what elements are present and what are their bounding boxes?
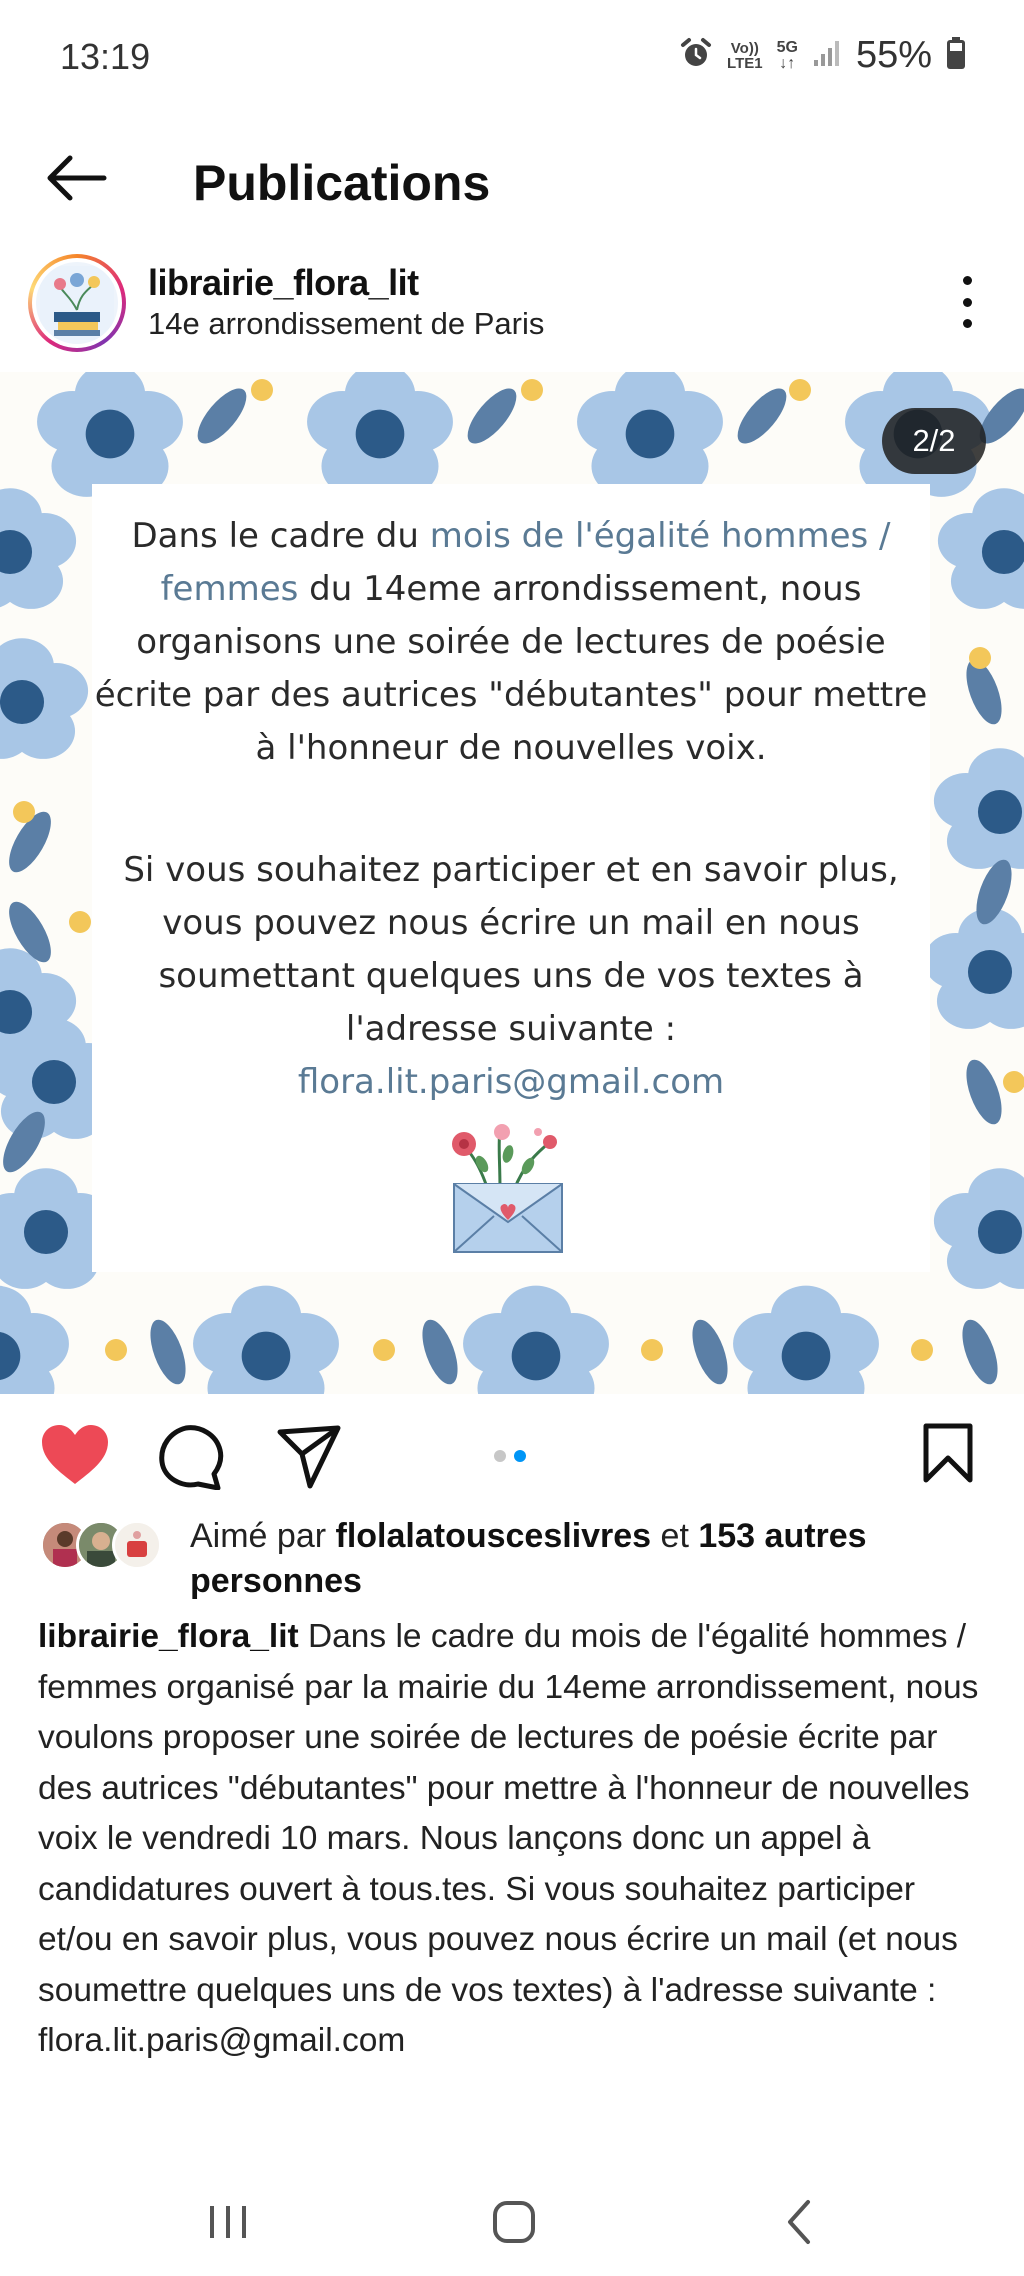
heart-filled-icon xyxy=(42,1425,108,1484)
more-dot xyxy=(962,319,972,328)
bookshop-logo-icon xyxy=(40,266,114,340)
pattern-leaf xyxy=(692,1319,728,1385)
liker-avatar xyxy=(112,1520,162,1570)
pattern-dot xyxy=(1003,1071,1024,1093)
carousel-dot-active xyxy=(514,1450,526,1462)
caption-username[interactable]: librairie_flora_lit xyxy=(38,1618,299,1655)
pattern-dot xyxy=(521,379,543,401)
carousel-indicator xyxy=(494,1450,526,1462)
pattern-leaf xyxy=(197,388,247,444)
battery-percent: 55% xyxy=(855,34,932,76)
post-actions xyxy=(0,1394,1024,1514)
system-back-button[interactable] xyxy=(760,2192,840,2252)
pattern-flower xyxy=(733,1285,879,1394)
caption-text: Dans le cadre du mois de l'égalité homme… xyxy=(38,1618,979,2059)
pattern-leaf xyxy=(962,1319,998,1385)
pattern-dot xyxy=(911,1339,933,1361)
status-icons: Vo)) LTE1 5G ↓↑ 55% xyxy=(679,34,966,77)
system-nav-bar xyxy=(0,2170,1024,2276)
signal-icon xyxy=(812,38,842,73)
bookmark-icon xyxy=(923,1423,973,1483)
status-bar: 13:19 Vo)) LTE1 5G ↓↑ 55% xyxy=(0,0,1024,118)
envelope-flowers-icon xyxy=(438,1120,578,1265)
battery-icon xyxy=(946,36,966,75)
pattern-leaf xyxy=(737,388,787,444)
post-location[interactable]: 14e arrondissement de Paris xyxy=(148,306,544,342)
pattern-flower xyxy=(0,1285,69,1394)
back-button[interactable] xyxy=(38,140,114,216)
pattern-flower xyxy=(0,638,89,759)
recent-apps-button[interactable] xyxy=(188,2192,268,2252)
pattern-flower xyxy=(37,372,183,497)
pattern-flower xyxy=(307,372,453,497)
more-dot xyxy=(962,297,972,307)
post-username[interactable]: librairie_flora_lit xyxy=(148,262,419,304)
carousel-dot xyxy=(494,1450,506,1462)
pattern-leaf xyxy=(422,1319,458,1385)
pattern-dot xyxy=(641,1339,663,1361)
recent-apps-icon xyxy=(210,2206,246,2238)
likes-text: Aimé par flolalatousceslivres et 153 aut… xyxy=(190,1517,867,1600)
post-header: librairie_flora_lit 14e arrondissement d… xyxy=(0,240,1024,372)
send-icon xyxy=(277,1425,341,1489)
pattern-flower xyxy=(193,1285,339,1394)
save-button[interactable] xyxy=(920,1422,976,1489)
pattern-leaf xyxy=(467,388,517,444)
data-arrows-icon: ↓↑ xyxy=(779,54,796,72)
share-button[interactable] xyxy=(276,1424,342,1495)
card-paragraph-2: Si vous souhaitez participer et en savoi… xyxy=(123,850,899,1102)
pattern-flower xyxy=(463,1285,609,1394)
post-image[interactable]: Dans le cadre du mois de l'égalité homme… xyxy=(0,372,1024,1394)
card-email: flora.lit.paris@gmail.com xyxy=(297,1062,725,1102)
status-time: 13:19 xyxy=(60,36,151,77)
app-header: Publications xyxy=(0,118,1024,238)
pattern-dot xyxy=(105,1339,127,1361)
like-button[interactable] xyxy=(40,1424,110,1491)
pattern-leaf xyxy=(966,1059,1002,1125)
comment-button[interactable] xyxy=(158,1424,224,1495)
volte-indicator: Vo)) LTE1 xyxy=(727,39,763,72)
home-button[interactable] xyxy=(474,2192,554,2252)
pattern-flower xyxy=(577,372,723,497)
more-options-button[interactable] xyxy=(940,270,994,334)
alarm-icon xyxy=(679,36,713,75)
pattern-dot xyxy=(373,1339,395,1361)
pattern-dot xyxy=(789,379,811,401)
profile-avatar[interactable] xyxy=(28,254,126,352)
arrow-left-icon xyxy=(47,155,107,201)
more-dot xyxy=(962,276,972,285)
pattern-flower xyxy=(933,1168,1024,1289)
liker-username[interactable]: flolalatousceslivres xyxy=(336,1517,652,1555)
pattern-dot xyxy=(969,647,991,669)
likes-row[interactable]: Aimé par flolalatousceslivres et 153 aut… xyxy=(40,1514,1000,1614)
chevron-left-icon xyxy=(788,2200,810,2244)
pattern-flower xyxy=(0,488,77,609)
pattern-dot xyxy=(13,801,35,823)
card-paragraph-1: Dans le cadre du mois de l'égalité homme… xyxy=(94,516,928,768)
announcement-card: Dans le cadre du mois de l'égalité homme… xyxy=(92,484,930,1272)
comment-icon xyxy=(159,1425,224,1491)
network-indicator: 5G ↓↑ xyxy=(776,38,798,72)
carousel-page-counter: 2/2 xyxy=(882,408,986,474)
page-title: Publications xyxy=(193,155,491,211)
post-caption: librairie_flora_lit Dans le cadre du moi… xyxy=(38,1612,988,2067)
pattern-flower xyxy=(933,748,1024,869)
liker-avatars xyxy=(40,1520,170,1572)
pattern-dot xyxy=(69,911,91,933)
home-icon xyxy=(493,2201,535,2243)
pattern-dot xyxy=(251,379,273,401)
pattern-flower xyxy=(937,488,1024,609)
pattern-leaf xyxy=(150,1319,186,1385)
pattern-flower xyxy=(923,908,1024,1029)
